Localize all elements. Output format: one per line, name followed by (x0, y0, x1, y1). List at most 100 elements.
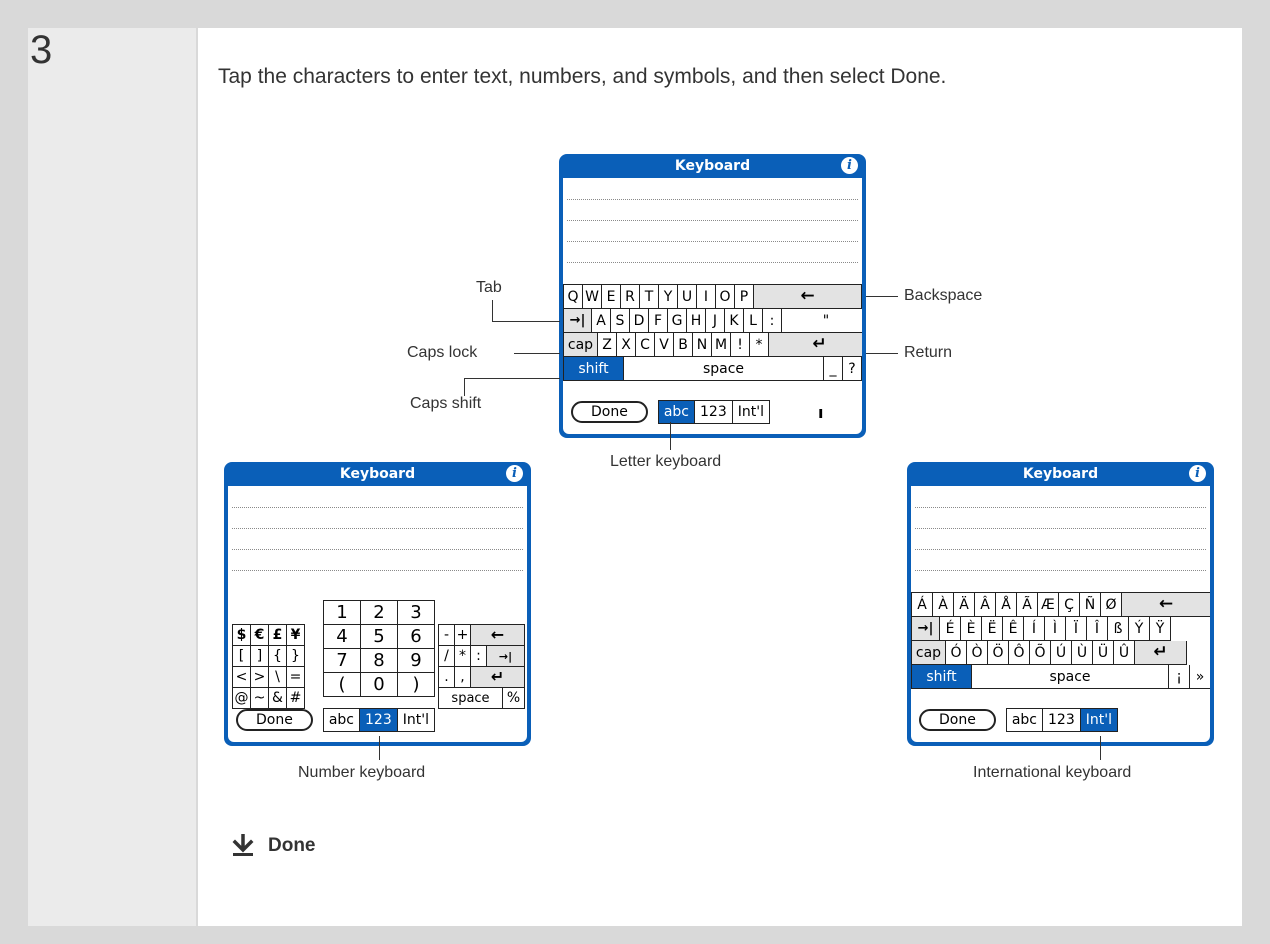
key-quote[interactable]: " (782, 309, 862, 333)
key-d[interactable]: D (630, 309, 649, 333)
key-i-umlaut[interactable]: Ï (1066, 617, 1087, 641)
key-u-circ[interactable]: Û (1114, 641, 1135, 665)
key-rparen[interactable]: ) (398, 673, 435, 697)
key-o-slash[interactable]: Ø (1101, 593, 1122, 617)
key-minus[interactable]: - (439, 625, 455, 646)
mode-123[interactable]: 123 (695, 401, 733, 423)
key-underscore[interactable]: _ (824, 357, 843, 381)
mode-abc[interactable]: abc (324, 709, 361, 731)
key-c[interactable]: C (636, 333, 655, 357)
text-entry-area[interactable] (563, 178, 862, 263)
key-g[interactable]: G (668, 309, 687, 333)
key-rbracket[interactable]: ] (251, 646, 269, 667)
key-f[interactable]: F (649, 309, 668, 333)
key-euro[interactable]: € (251, 625, 269, 646)
key-gt[interactable]: > (251, 667, 269, 688)
mode-intl[interactable]: Int'l (733, 401, 769, 423)
key-o-circ[interactable]: Ô (1009, 641, 1030, 665)
key-o-tilde[interactable]: Õ (1030, 641, 1051, 665)
tab-key[interactable]: →| (487, 646, 525, 667)
key-slash[interactable]: / (439, 646, 455, 667)
key-guillemet[interactable]: » (1190, 665, 1210, 689)
key-times[interactable]: * (455, 646, 471, 667)
key-b[interactable]: B (674, 333, 693, 357)
key-backslash[interactable]: \ (269, 667, 287, 688)
info-icon[interactable]: i (841, 157, 858, 174)
key-x[interactable]: X (617, 333, 636, 357)
backspace-key[interactable]: ← (754, 285, 862, 309)
space-key[interactable]: space (624, 357, 824, 381)
shift-key[interactable]: shift (912, 665, 972, 689)
key-o[interactable]: O (716, 285, 735, 309)
backspace-key[interactable]: ← (471, 625, 525, 646)
caps-lock-key[interactable]: cap (564, 333, 598, 357)
key-p[interactable]: P (735, 285, 754, 309)
key-plus[interactable]: + (455, 625, 471, 646)
key-u[interactable]: U (678, 285, 697, 309)
done-button[interactable]: Done (236, 709, 313, 731)
caps-lock-key[interactable]: cap (912, 641, 946, 665)
key-a-grave[interactable]: À (933, 593, 954, 617)
key-y-acute[interactable]: Ý (1129, 617, 1150, 641)
tab-key[interactable]: →| (564, 309, 592, 333)
tab-key[interactable]: →| (912, 617, 940, 641)
key-o-grave[interactable]: Ò (967, 641, 988, 665)
key-colon[interactable]: : (763, 309, 782, 333)
key-lt[interactable]: < (233, 667, 251, 688)
key-o-acute[interactable]: Ó (946, 641, 967, 665)
return-key[interactable]: ↵ (471, 667, 525, 688)
key-a-ring[interactable]: Å (996, 593, 1017, 617)
key-3[interactable]: 3 (398, 601, 435, 625)
key-e[interactable]: E (602, 285, 621, 309)
key-i-circ[interactable]: Î (1087, 617, 1108, 641)
key-u-acute[interactable]: Ú (1051, 641, 1072, 665)
key-o-umlaut[interactable]: Ö (988, 641, 1009, 665)
key-a-circ[interactable]: Â (975, 593, 996, 617)
key-e-umlaut[interactable]: Ë (982, 617, 1003, 641)
key-i-grave[interactable]: Ì (1045, 617, 1066, 641)
key-equals[interactable]: = (287, 667, 305, 688)
key-inverted-exclaim[interactable]: ¡ (1169, 665, 1190, 689)
key-1[interactable]: 1 (324, 601, 361, 625)
key-rbrace[interactable]: } (287, 646, 305, 667)
key-c-cedilla[interactable]: Ç (1059, 593, 1080, 617)
key-2[interactable]: 2 (361, 601, 398, 625)
key-lparen[interactable]: ( (324, 673, 361, 697)
mode-abc[interactable]: abc (1007, 709, 1044, 731)
key-comma[interactable]: , (455, 667, 471, 688)
key-6[interactable]: 6 (398, 625, 435, 649)
mode-intl[interactable]: Int'l (398, 709, 434, 731)
key-9[interactable]: 9 (398, 649, 435, 673)
key-a-umlaut[interactable]: Ä (954, 593, 975, 617)
key-e-circ[interactable]: Ê (1003, 617, 1024, 641)
key-8[interactable]: 8 (361, 649, 398, 673)
key-dollar[interactable]: $ (233, 625, 251, 646)
key-h[interactable]: H (687, 309, 706, 333)
mode-123[interactable]: 123 (1043, 709, 1081, 731)
mode-123[interactable]: 123 (360, 709, 398, 731)
key-a-acute[interactable]: Á (912, 593, 933, 617)
done-button[interactable]: Done (571, 401, 648, 423)
key-u-grave[interactable]: Ù (1072, 641, 1093, 665)
key-exclaim[interactable]: ! (731, 333, 750, 357)
key-lbrace[interactable]: { (269, 646, 287, 667)
key-e-acute[interactable]: É (940, 617, 961, 641)
key-z[interactable]: Z (598, 333, 617, 357)
key-u-umlaut[interactable]: Ü (1093, 641, 1114, 665)
key-a[interactable]: A (592, 309, 611, 333)
key-y-umlaut[interactable]: Ÿ (1150, 617, 1171, 641)
key-q[interactable]: Q (564, 285, 583, 309)
key-ae[interactable]: Æ (1038, 593, 1059, 617)
key-s[interactable]: S (611, 309, 630, 333)
text-entry-area[interactable] (911, 486, 1210, 571)
space-key[interactable]: space (972, 665, 1169, 689)
info-icon[interactable]: i (1189, 465, 1206, 482)
key-e-grave[interactable]: È (961, 617, 982, 641)
key-t[interactable]: T (640, 285, 659, 309)
key-r[interactable]: R (621, 285, 640, 309)
return-key[interactable]: ↵ (769, 333, 862, 357)
key-i-acute[interactable]: Í (1024, 617, 1045, 641)
key-yen[interactable]: ¥ (287, 625, 305, 646)
shift-key[interactable]: shift (564, 357, 624, 381)
return-key[interactable]: ↵ (1135, 641, 1187, 665)
